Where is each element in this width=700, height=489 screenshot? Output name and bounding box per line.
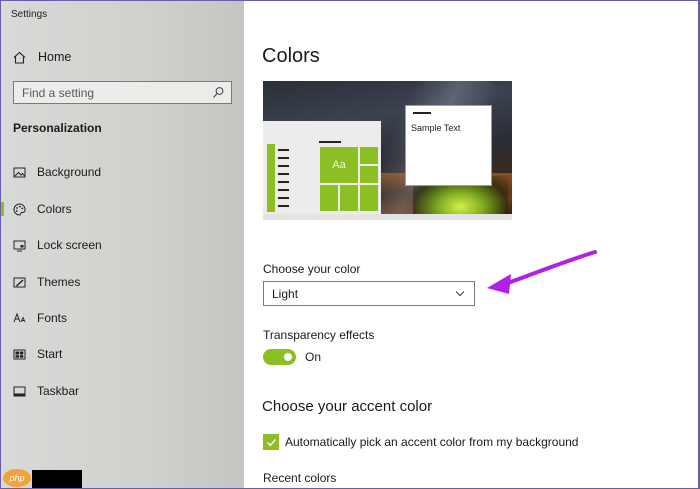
themes-icon (13, 276, 26, 289)
preview-menu-line (278, 173, 289, 175)
sidebar-item-label: Lock screen (37, 238, 102, 252)
lock-screen-icon (13, 239, 26, 252)
theme-preview: Aa Sample Text (263, 81, 512, 220)
sidebar-item-label: Background (37, 165, 102, 179)
php-watermark-logo: php (3, 469, 31, 487)
start-icon (13, 348, 26, 361)
choose-color-dropdown[interactable]: Light (263, 281, 475, 306)
sidebar-item-fonts[interactable]: Fonts (1, 305, 244, 331)
preview-menu-line (278, 165, 289, 167)
picture-icon (13, 166, 26, 179)
palette-icon (13, 202, 26, 216)
preview-accent-strip (267, 144, 275, 212)
sidebar: Settings Home Personalization Background (1, 1, 244, 488)
preview-tile-large: Aa (320, 147, 358, 183)
preview-menu-line (278, 181, 289, 183)
sidebar-item-label: Themes (37, 275, 81, 289)
sidebar-item-label: Colors (37, 202, 72, 216)
fonts-icon (13, 312, 26, 325)
sidebar-item-label: Fonts (37, 311, 68, 325)
sidebar-item-themes[interactable]: Themes (1, 269, 244, 295)
sidebar-item-label: Start (37, 347, 63, 361)
home-nav-item[interactable]: Home (13, 47, 71, 67)
search-box[interactable] (13, 81, 232, 104)
preview-menu-line (278, 197, 289, 199)
preview-tile (340, 185, 358, 211)
sidebar-item-colors[interactable]: Colors (1, 196, 244, 222)
auto-accent-label: Automatically pick an accent color from … (285, 435, 579, 449)
recent-colors-label: Recent colors (263, 471, 337, 485)
choose-color-label: Choose your color (263, 262, 361, 276)
preview-menu-title-line (319, 141, 341, 143)
auto-accent-checkbox[interactable] (263, 434, 279, 450)
settings-window: Settings Home Personalization Background (0, 0, 700, 489)
preview-menu-line (278, 205, 289, 207)
preview-tile (360, 147, 378, 164)
preview-menu-line (278, 157, 289, 159)
sample-window-bar (413, 112, 431, 114)
section-heading: Personalization (13, 121, 102, 135)
transparency-label: Transparency effects (263, 328, 375, 342)
home-icon (13, 51, 26, 64)
preview-menu-line (278, 149, 289, 151)
preview-sample-window: Sample Text (405, 105, 492, 186)
sidebar-item-lock-screen[interactable]: Lock screen (1, 232, 244, 258)
chevron-down-icon (454, 288, 466, 300)
preview-taskbar (263, 214, 512, 220)
choose-color-value: Light (272, 286, 299, 301)
preview-menu-line (278, 189, 289, 191)
preview-tile (320, 185, 338, 211)
toggle-knob (284, 353, 292, 361)
sidebar-item-background[interactable]: Background (1, 159, 244, 185)
main-content: Colors Aa Sample Text Choose your color … (244, 1, 698, 488)
transparency-toggle[interactable] (263, 349, 296, 365)
checkmark-icon (266, 438, 276, 446)
search-input[interactable] (22, 85, 212, 100)
transparency-state: On (305, 350, 322, 364)
page-title: Colors (262, 45, 320, 67)
preview-tile (360, 166, 378, 183)
taskbar-icon (13, 385, 26, 398)
search-icon[interactable] (212, 86, 225, 99)
home-label: Home (38, 50, 72, 64)
app-title: Settings (11, 9, 48, 20)
sidebar-item-start[interactable]: Start (1, 341, 244, 367)
annotation-arrow-icon (487, 250, 597, 294)
preview-tile (360, 185, 378, 211)
accent-section-title: Choose your accent color (262, 398, 433, 415)
sidebar-item-taskbar[interactable]: Taskbar (1, 378, 244, 404)
redaction-box (32, 470, 82, 488)
sidebar-item-label: Taskbar (37, 384, 80, 398)
sample-text: Sample Text (411, 123, 461, 133)
